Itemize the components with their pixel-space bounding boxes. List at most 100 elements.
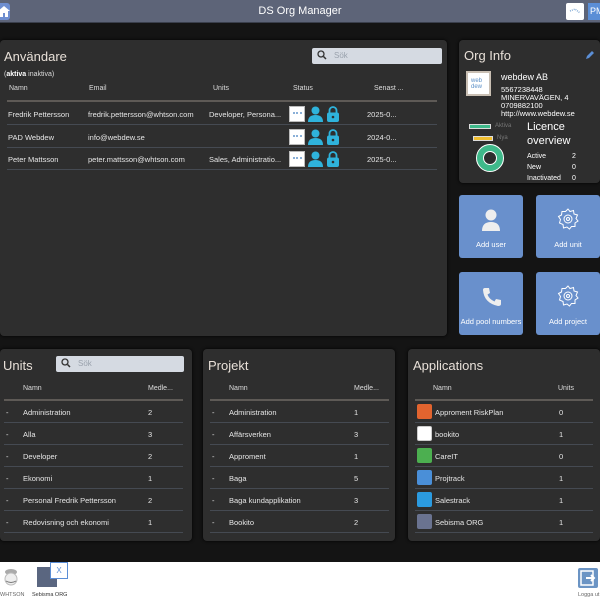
projekt-title: Projekt [208,358,249,373]
col-email[interactable]: Email [89,85,107,92]
project-row[interactable]: - Baga 5 [210,467,389,489]
col-members[interactable]: Medle... [148,385,173,392]
lock-icon[interactable] [327,129,339,145]
close-app-button[interactable]: X [50,562,68,579]
user-last-login: 2025-0... [367,110,397,119]
user-avatar-button[interactable]: PM [588,3,600,20]
org-info-panel: Org Info web dew webdew AB 5567238448 MI… [459,40,600,183]
filter-inactive[interactable]: inaktiva) [26,71,54,78]
project-row[interactable]: - Baga kundapplikation 3 [210,489,389,511]
row-toggle[interactable]: - [6,452,9,461]
user-row[interactable]: PAD Webdew info@webdew.se 2024-0... [7,126,437,148]
row-toggle[interactable]: - [6,430,9,439]
project-name: Appromen​t [229,452,266,461]
col-name[interactable]: Namn [23,385,42,392]
row-toggle[interactable]: - [6,474,9,483]
unit-row[interactable]: - Alla 3 [4,423,183,445]
col-name[interactable]: Namn [229,385,248,392]
applications-title: Applications [413,358,484,373]
project-row[interactable]: - Affärsverken 3 [210,423,389,445]
application-row[interactable]: CareIT 0 [415,445,593,467]
stat-active-value: 2 [572,153,576,160]
units-search-input[interactable]: Sök [56,356,184,372]
whtson-app-icon[interactable] [3,568,19,590]
org-website[interactable]: http://www.webdew.se [501,109,575,118]
row-toggle[interactable]: - [212,474,215,483]
users-search-input[interactable]: Sök [312,48,442,64]
user-status [289,129,349,145]
edit-pencil-icon[interactable] [585,50,595,60]
row-toggle[interactable]: - [212,430,215,439]
add-project-button[interactable]: Add project [536,272,600,335]
project-name: Bookito [229,518,255,527]
row-toggle[interactable]: - [212,518,215,527]
project-row[interactable]: - Appromen​t 1 [210,445,389,467]
unit-row[interactable]: - Personal Fredrik Pettersson 2 [4,489,183,511]
gear-icon [557,208,579,230]
user-name: Fredrik Pettersson [8,110,70,119]
app-icon [417,470,432,485]
stat-new-value: 0 [572,164,576,171]
logout-button[interactable] [578,568,598,588]
org-logo-button[interactable] [566,3,584,20]
unit-row[interactable]: - Ekonomi 1 [4,467,183,489]
col-members[interactable]: Medle... [354,385,379,392]
application-row[interactable]: Projtrack 1 [415,467,593,489]
application-row[interactable]: Appromen​t RiskPlan 0 [415,401,593,423]
col-last-login[interactable]: Senast ... [374,85,404,92]
row-toggle[interactable]: - [212,496,215,505]
unit-row[interactable]: - Administration 2 [4,401,183,423]
application-row[interactable]: Sebisma ORG 1 [415,511,593,533]
col-name[interactable]: Namn [9,85,28,92]
row-toggle[interactable]: - [212,452,215,461]
legend-active-swatch [469,124,491,129]
lock-icon[interactable] [327,106,339,122]
logout-icon [580,570,596,586]
col-units[interactable]: Units [558,385,574,392]
col-units[interactable]: Units [213,85,229,92]
unit-members: 2 [148,496,153,505]
project-row[interactable]: - Bookito 2 [210,511,389,533]
status-filter: (aktiva inaktiva) [4,71,55,78]
project-members: 5 [354,474,359,483]
unit-members: 2 [148,452,153,461]
row-toggle[interactable]: - [6,496,9,505]
add-pool-numbers-button[interactable]: Add pool numbers [459,272,523,335]
user-name: Peter Mattsson [8,155,59,164]
users-panel: Användare Sök (aktiva inaktiva) Namn Ema… [0,40,447,336]
user-row[interactable]: Fredrik Pettersson fredrik.pettersson@wh… [7,103,437,125]
application-row[interactable]: bookito 1 [415,423,593,445]
application-row[interactable]: Salestrack 1 [415,489,593,511]
add-user-button[interactable]: Add user [459,195,523,258]
project-row[interactable]: - Administration 1 [210,401,389,423]
col-name[interactable]: Namn [433,385,452,392]
row-toggle[interactable]: - [6,408,9,417]
filter-active[interactable]: aktiva [6,71,26,78]
units-panel: Units Sök Namn Medle... - Administration 2… [0,349,192,541]
user-email: info@webdew.se [88,133,145,142]
app-icon [417,426,432,441]
stat-inactivated-label: Inactivated [527,175,561,182]
lock-icon[interactable] [327,151,339,167]
unit-name: Personal Fredrik Pettersson [23,496,116,505]
unit-row[interactable]: - Developer 2 [4,445,183,467]
col-status[interactable]: Status [293,85,313,92]
unit-name: Alla [23,430,36,439]
licence-donut-chart [476,144,504,172]
application-name: bookito [435,430,460,439]
application-units: 1 [559,496,564,505]
unit-row[interactable]: - Redovisning och ekonomi 1 [4,511,183,533]
row-toggle[interactable]: - [6,518,9,527]
stat-active-label: Active [527,153,547,160]
application-name: Projtrack [435,474,465,483]
licence-title-line2: overview [527,135,571,147]
project-name: Baga kundapplikation [229,496,301,505]
user-icon [308,151,323,167]
app-icon [417,404,432,419]
user-status [289,106,349,122]
add-unit-button[interactable]: Add unit [536,195,600,258]
unit-members: 1 [148,474,153,483]
row-toggle[interactable]: - [212,408,215,417]
user-row[interactable]: Peter Mattsson peter.mattsson@whtson.com… [7,148,437,170]
company-name: webdew AB [501,72,549,82]
